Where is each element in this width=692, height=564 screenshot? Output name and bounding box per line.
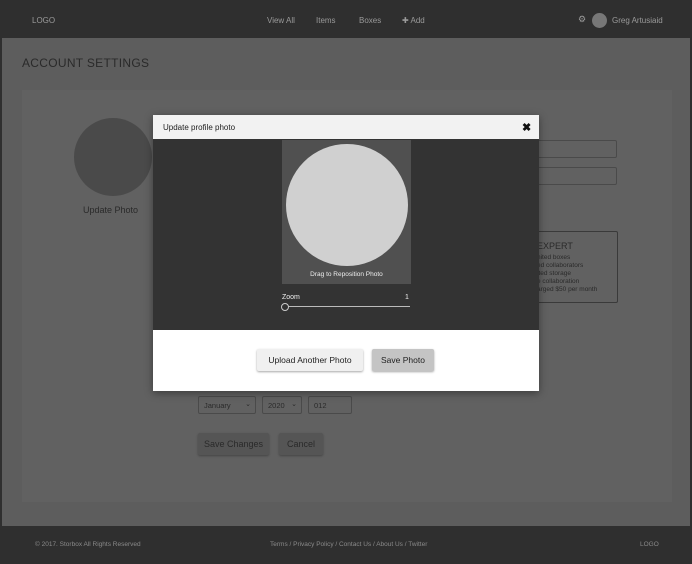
plan-feature: ed collaborators: [537, 262, 584, 269]
plan-feature: ited storage: [537, 270, 571, 277]
zoom-slider-handle[interactable]: [281, 303, 289, 311]
page-title: ACCOUNT SETTINGS: [22, 56, 150, 70]
nav-items[interactable]: Items: [316, 16, 336, 25]
chevron-down-icon: ⌄: [291, 401, 297, 408]
header-logo[interactable]: LOGO: [32, 16, 55, 25]
save-photo-button[interactable]: Save Photo: [372, 349, 434, 371]
footer: © 2017. Storbox All Rights Reserved Term…: [2, 526, 690, 562]
nav-view-all[interactable]: View All: [267, 16, 295, 25]
plan-title: EXPERT: [537, 241, 573, 251]
user-avatar[interactable]: [592, 13, 607, 28]
plan-feature: arged $50 per month: [537, 286, 598, 293]
plan-feature: nited boxes: [537, 254, 571, 261]
save-changes-button[interactable]: Save Changes: [198, 433, 269, 455]
expiry-year-value: 2020: [268, 401, 285, 410]
close-icon[interactable]: ✖: [522, 121, 531, 134]
footer-logo: LOGO: [640, 541, 659, 548]
top-navbar: LOGO View All Items Boxes ✚ Add ⚙ Greg A…: [2, 2, 690, 38]
nav-add[interactable]: ✚ Add: [402, 16, 425, 25]
modal-header: Update profile photo ✖: [153, 115, 539, 139]
nav-add-label: Add: [410, 16, 425, 25]
plus-icon: ✚: [402, 16, 409, 25]
expiry-month-select[interactable]: January ⌄: [198, 396, 256, 414]
expiry-month-value: January: [204, 401, 231, 410]
text-field[interactable]: [535, 167, 617, 185]
text-field[interactable]: [535, 140, 617, 158]
photo-crop-stage: Drag to Reposition Photo Zoom 1: [153, 139, 539, 330]
footer-links[interactable]: Terms / Privacy Policy / Contact Us / Ab…: [270, 541, 427, 548]
user-name[interactable]: Greg Artusiaid: [612, 16, 663, 25]
plan-feature: e collaboration: [537, 278, 580, 285]
update-photo-modal: Update profile photo ✖ Drag to Repositio…: [153, 115, 539, 391]
zoom-label: Zoom: [282, 294, 300, 301]
footer-copyright: © 2017. Storbox All Rights Reserved: [35, 541, 141, 548]
update-photo-link[interactable]: Update Photo: [83, 205, 138, 215]
nav-boxes[interactable]: Boxes: [359, 16, 381, 25]
upload-another-photo-button[interactable]: Upload Another Photo: [257, 349, 363, 371]
modal-title: Update profile photo: [163, 123, 236, 132]
zoom-value: 1: [405, 294, 409, 301]
drag-hint: Drag to Reposition Photo: [310, 271, 383, 278]
gear-icon[interactable]: ⚙: [578, 14, 586, 25]
chevron-down-icon: ⌄: [245, 401, 251, 408]
crop-area[interactable]: Drag to Reposition Photo: [282, 140, 411, 284]
profile-photo: [74, 118, 152, 196]
cvc-input[interactable]: 012: [308, 396, 352, 414]
zoom-slider-track[interactable]: [284, 306, 410, 307]
photo-preview[interactable]: [286, 144, 408, 266]
cancel-button[interactable]: Cancel: [279, 433, 323, 455]
expiry-year-select[interactable]: 2020 ⌄: [262, 396, 302, 414]
